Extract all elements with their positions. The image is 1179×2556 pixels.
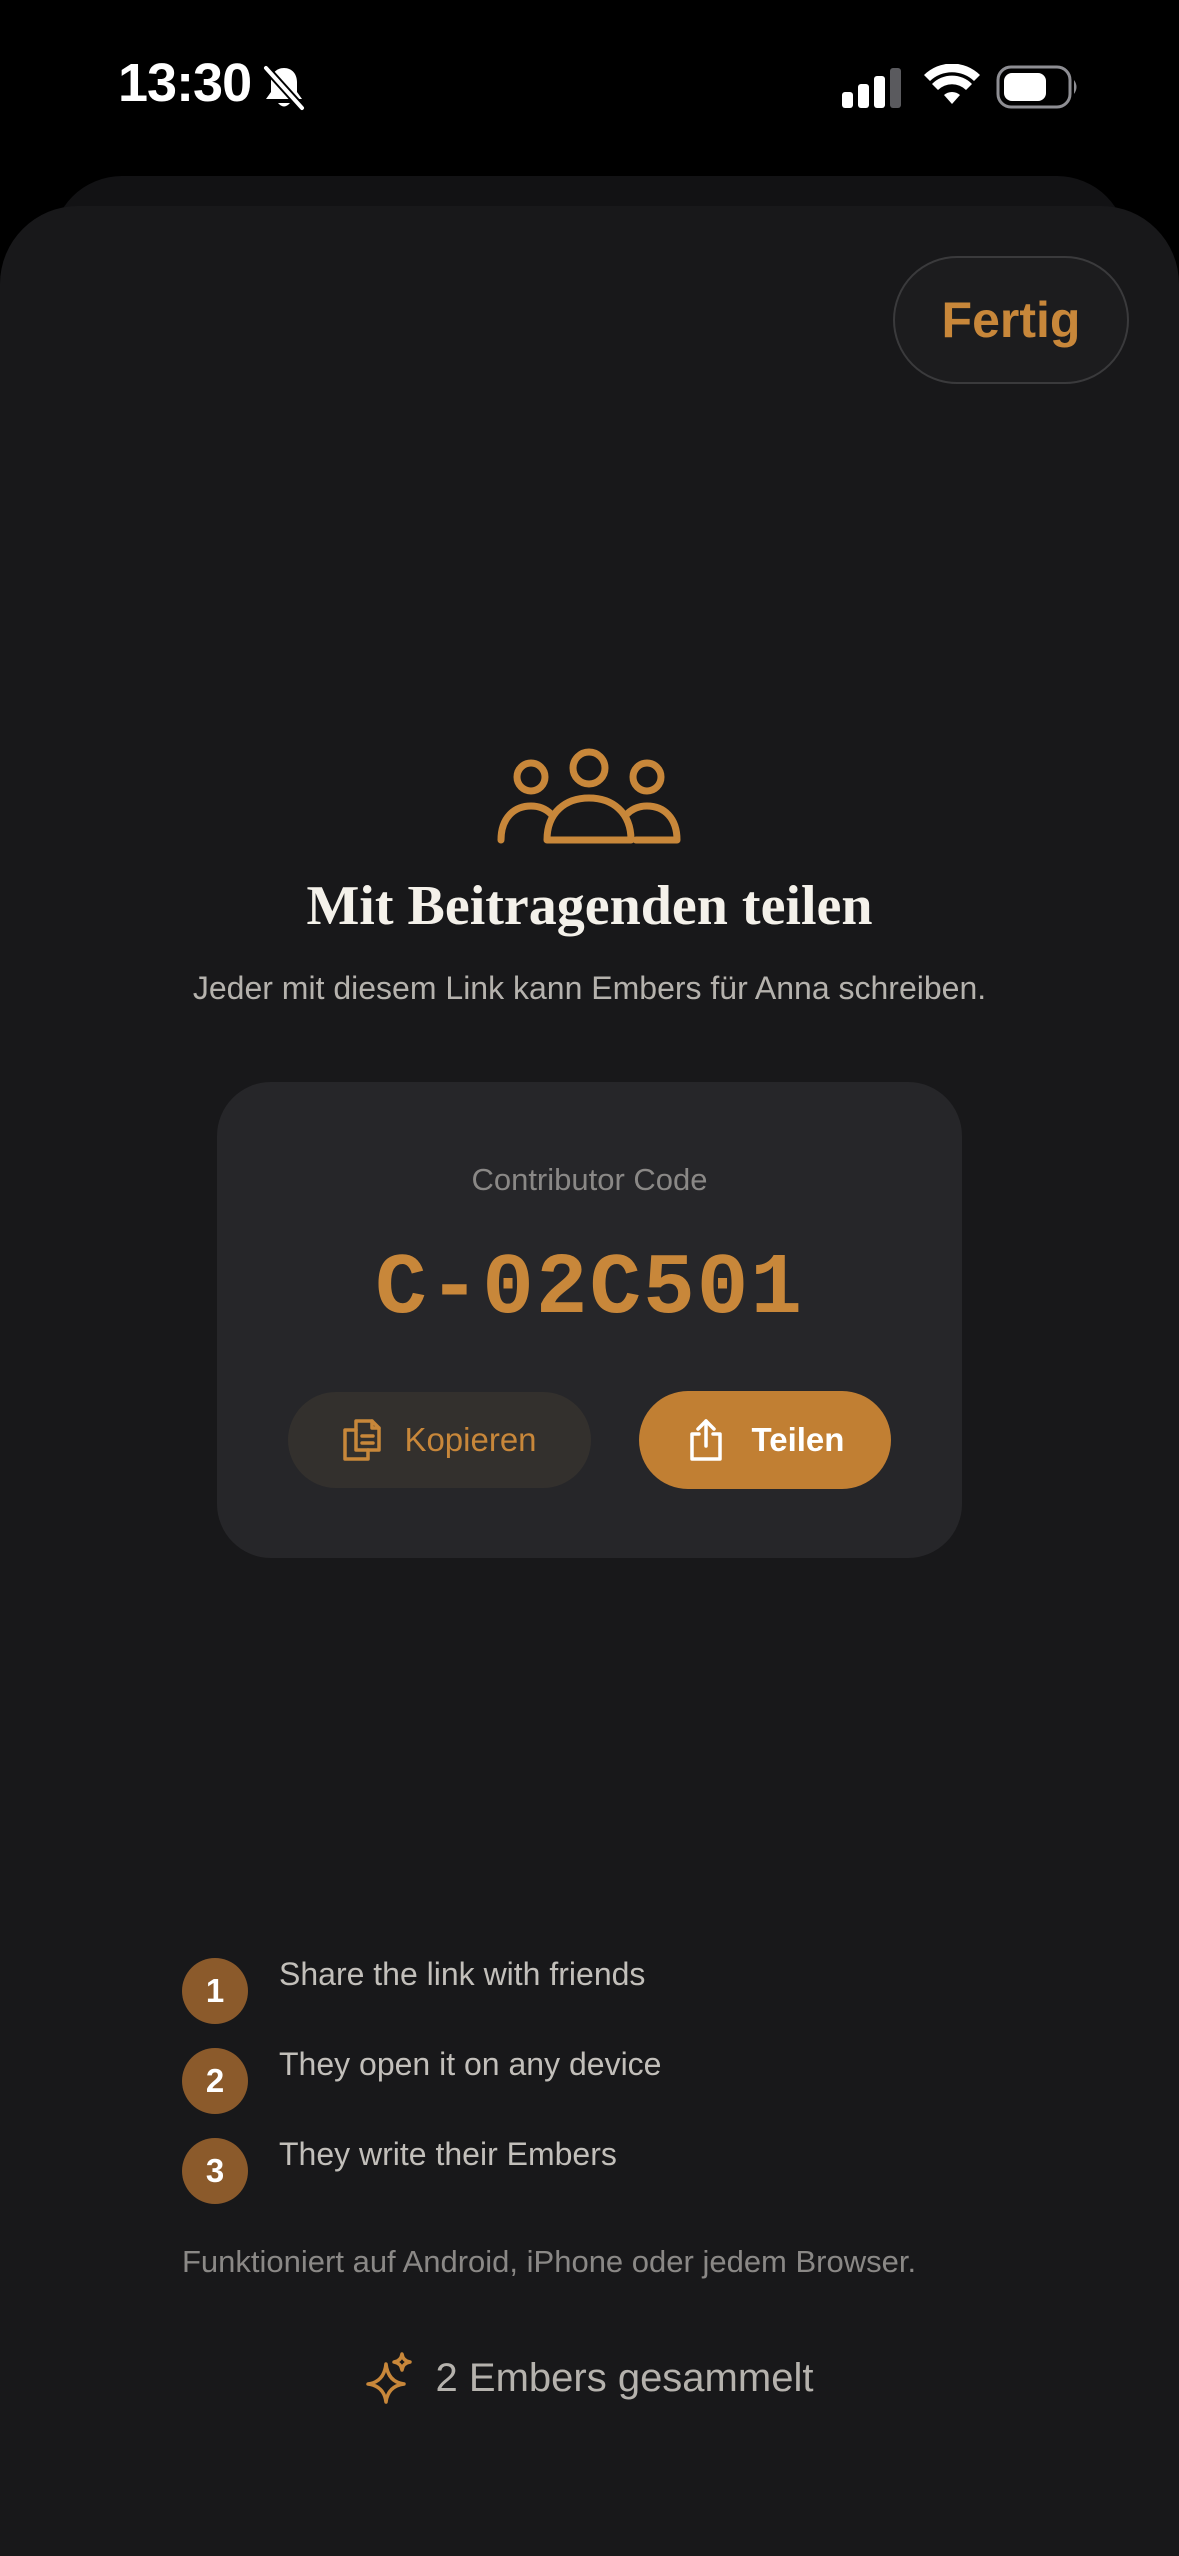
copy-button-label: Kopieren bbox=[404, 1421, 537, 1458]
step-item: 3 They write their Embers bbox=[182, 2136, 1002, 2208]
code-label: Contributor Code bbox=[471, 1162, 708, 1197]
step-text: Share the link with friends bbox=[279, 1956, 646, 1992]
step-item: 2 They open it on any device bbox=[182, 2046, 1002, 2118]
contributor-code-card: Contributor Code C-02C501 Kopieren Teile… bbox=[217, 1082, 962, 1558]
screen: 13:30 Fertig Mit Beitragenden teilen Jed… bbox=[0, 0, 1179, 2556]
embers-collected-text: 2 Embers gesammelt bbox=[435, 2355, 814, 2400]
step-text: They write their Embers bbox=[279, 2136, 617, 2172]
share-upload-icon bbox=[689, 1419, 722, 1461]
step-item: 1 Share the link with friends bbox=[182, 1956, 1002, 2028]
signal-icon bbox=[842, 68, 901, 108]
status-bar: 13:30 bbox=[0, 0, 1179, 175]
embers-collected: 2 Embers gesammelt bbox=[0, 2352, 1179, 2404]
battery-icon bbox=[996, 65, 1077, 109]
page-title: Mit Beitragenden teilen bbox=[306, 875, 873, 937]
status-time: 13:30 bbox=[118, 53, 252, 113]
step-text: They open it on any device bbox=[279, 2046, 662, 2082]
bell-slash-icon bbox=[263, 65, 305, 111]
done-button[interactable]: Fertig bbox=[893, 256, 1129, 384]
sparkle-icon bbox=[365, 2352, 412, 2404]
share-button-label: Teilen bbox=[751, 1421, 845, 1458]
share-button[interactable]: Teilen bbox=[639, 1391, 891, 1489]
page-subtitle: Jeder mit diesem Link kann Embers für An… bbox=[192, 970, 987, 1006]
copy-button[interactable]: Kopieren bbox=[288, 1392, 591, 1488]
share-sheet: Fertig Mit Beitragenden teilen Jeder mit… bbox=[0, 206, 1179, 2556]
people-group-icon bbox=[497, 748, 681, 844]
contributor-code[interactable]: C-02C501 bbox=[217, 1240, 962, 1338]
wifi-icon bbox=[924, 64, 980, 104]
step-number-badge: 2 bbox=[182, 2048, 248, 2114]
step-number-badge: 3 bbox=[182, 2138, 248, 2204]
step-number-badge: 1 bbox=[182, 1958, 248, 2024]
copy-documents-icon bbox=[343, 1419, 382, 1461]
compatibility-note: Funktioniert auf Android, iPhone oder je… bbox=[182, 2244, 917, 2279]
